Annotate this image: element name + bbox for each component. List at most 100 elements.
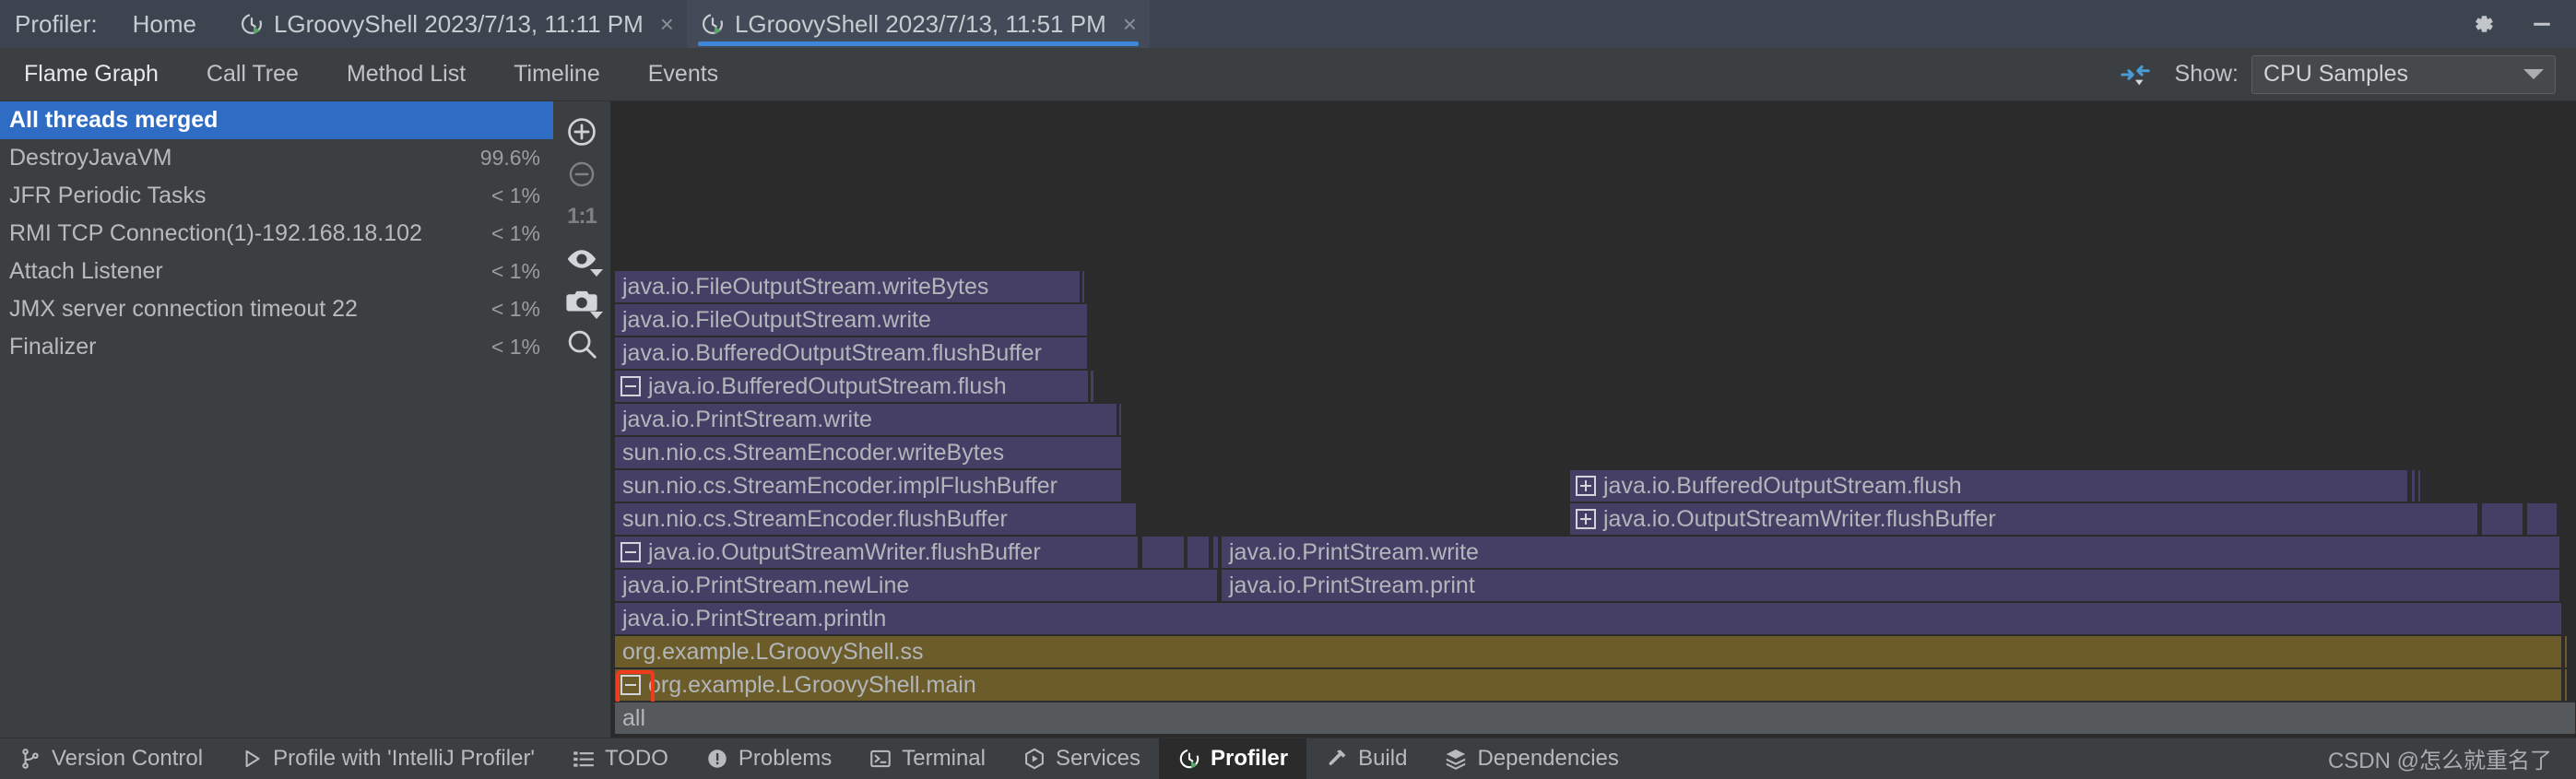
status-tool-buttons: Version Control Profile with 'IntelliJ Pr… [0, 738, 1637, 779]
status-item-version-control[interactable]: Version Control [0, 738, 221, 779]
view-toolbar: Flame Graph Call Tree Method List Timeline E… [0, 48, 2576, 101]
tab-method-list[interactable]: Method List [323, 61, 490, 88]
flame-bar[interactable] [1187, 536, 1210, 569]
close-icon[interactable]: × [1123, 12, 1137, 36]
flame-bar[interactable]: java.io.FileOutputStream.writeBytes [614, 270, 1081, 303]
status-item-problems[interactable]: Problems [687, 738, 850, 779]
tab-timeline[interactable]: Timeline [490, 61, 624, 88]
flame-bar-label: org.example.LGroovyShell.main [648, 671, 976, 698]
flame-bar[interactable]: sun.nio.cs.StreamEncoder.writeBytes [614, 436, 1122, 469]
tab-call-tree[interactable]: Call Tree [183, 61, 323, 88]
layers-icon [1444, 747, 1468, 771]
home-tab[interactable]: Home [133, 10, 196, 39]
thread-row[interactable]: RMI TCP Connection(1)-192.168.18.102 < 1% [0, 215, 553, 253]
flame-bar-label: java.io.PrintStream.newLine [622, 572, 910, 598]
flame-bar[interactable]: sun.nio.cs.StreamEncoder.implFlushBuffer [614, 469, 1122, 502]
flame-bar[interactable]: java.io.OutputStreamWriter.flushBuffer [614, 536, 1139, 569]
flame-bar[interactable] [2411, 469, 2416, 502]
actual-size-icon[interactable]: 1:1 [557, 195, 607, 238]
session-tab-title: LGroovyShell 2023/7/13, 11:51 PM [734, 9, 1106, 38]
show-select[interactable]: CPU Samples [2251, 54, 2556, 94]
flame-bar[interactable]: java.io.PrintStream.write [1221, 536, 2560, 569]
problems-icon [705, 747, 729, 771]
collapse-icon[interactable] [620, 542, 641, 562]
flame-bar[interactable] [2417, 469, 2421, 502]
flame-bar[interactable] [2564, 668, 2568, 702]
status-item-todo[interactable]: TODO [553, 738, 687, 779]
flame-graph-tools: 1:1 [553, 101, 610, 738]
thread-percent: < 1% [490, 183, 540, 207]
flame-bar[interactable] [2526, 502, 2558, 536]
status-item-terminal[interactable]: Terminal [850, 738, 1004, 779]
status-item-dependencies[interactable]: Dependencies [1425, 738, 1637, 779]
thread-row[interactable]: JFR Periodic Tasks < 1% [0, 177, 553, 215]
expand-icon[interactable] [1576, 476, 1596, 496]
flame-bar[interactable]: all [614, 702, 2576, 735]
flame-graph[interactable]: java.io.FileOutputStream.writeBytes java.… [610, 101, 2576, 738]
minimize-icon[interactable] [2528, 10, 2556, 38]
flame-bar[interactable]: org.example.LGroovyShell.main [614, 668, 2562, 702]
flame-bar[interactable] [1141, 536, 1185, 569]
session-tab-title: LGroovyShell 2023/7/13, 11:11 PM [273, 9, 644, 38]
branch-icon [18, 747, 42, 771]
session-tab[interactable]: LGroovyShell 2023/7/13, 11:51 PM × [686, 0, 1150, 48]
zoom-in-icon[interactable] [557, 111, 607, 153]
flame-bar[interactable]: org.example.LGroovyShell.ss [614, 635, 2562, 668]
tab-flame-graph[interactable]: Flame Graph [0, 61, 183, 88]
flame-bar-label: java.io.PrintStream.write [622, 406, 872, 432]
active-tab-underline [697, 41, 1139, 46]
search-icon[interactable] [557, 323, 607, 365]
flame-bar-label: java.io.PrintStream.print [1229, 572, 1475, 598]
status-item-profiler[interactable]: Profiler [1159, 738, 1307, 779]
flame-bar[interactable] [1090, 370, 1094, 403]
flame-bar[interactable]: java.io.PrintStream.newLine [614, 569, 1218, 602]
tab-events[interactable]: Events [624, 61, 742, 88]
flame-bar[interactable]: java.io.FileOutputStream.write [614, 303, 1088, 336]
thread-name: JMX server connection timeout 22 [9, 296, 358, 322]
thread-percent: < 1% [490, 259, 540, 283]
close-icon[interactable]: × [660, 12, 674, 36]
flame-bar-label: sun.nio.cs.StreamEncoder.flushBuffer [622, 505, 1008, 532]
flame-bar[interactable]: java.io.OutputStreamWriter.flushBuffer [1569, 502, 2478, 536]
gear-icon[interactable] [2469, 10, 2497, 38]
flame-bar[interactable]: java.io.BufferedOutputStream.flush [1569, 469, 2408, 502]
collapse-icon[interactable] [620, 675, 641, 695]
flame-bar[interactable]: java.io.BufferedOutputStream.flushBuffer [614, 336, 1088, 370]
expand-icon[interactable] [1576, 509, 1596, 529]
camera-icon[interactable] [557, 280, 607, 323]
thread-row[interactable]: Finalizer < 1% [0, 328, 553, 366]
thread-row[interactable]: All threads merged [0, 101, 553, 139]
session-tab[interactable]: LGroovyShell 2023/7/13, 11:11 PM × [226, 0, 687, 48]
thread-row[interactable]: DestroyJavaVM 99.6% [0, 139, 553, 177]
flame-bar[interactable] [2481, 502, 2523, 536]
flame-bar-label: java.io.PrintStream.write [1229, 538, 1479, 565]
chevron-down-icon [2523, 69, 2544, 79]
thread-percent: 99.6% [479, 146, 540, 170]
terminal-icon [869, 747, 892, 771]
flame-bar-label: java.io.OutputStreamWriter.flushBuffer [1603, 505, 1996, 532]
flame-bar[interactable] [1212, 536, 1219, 569]
flame-bar[interactable] [1118, 403, 1122, 436]
eye-icon[interactable] [557, 238, 607, 280]
flame-bar[interactable]: java.io.PrintStream.write [614, 403, 1117, 436]
flame-bar[interactable] [2564, 635, 2568, 668]
status-item-profile-with-intellij-profiler-[interactable]: Profile with 'IntelliJ Profiler' [221, 738, 553, 779]
profiler-label: Profiler: [15, 9, 98, 38]
status-item-services[interactable]: Services [1004, 738, 1159, 779]
camera-dropdown-caret [590, 312, 603, 319]
thread-row[interactable]: Attach Listener < 1% [0, 253, 553, 290]
thread-row[interactable]: JMX server connection timeout 22 < 1% [0, 290, 553, 328]
toolbar-right: Show: CPU Samples [2120, 54, 2576, 94]
collapse-arrows-icon[interactable] [2120, 59, 2151, 90]
flame-bar-label: java.io.PrintStream.println [622, 605, 887, 631]
thread-list[interactable]: All threads merged DestroyJavaVM 99.6% JFR … [0, 101, 553, 738]
flame-bar[interactable]: java.io.BufferedOutputStream.flush [614, 370, 1089, 403]
flame-bar[interactable]: java.io.PrintStream.println [614, 602, 2562, 635]
status-item-build[interactable]: Build [1306, 738, 1425, 779]
collapse-icon[interactable] [620, 376, 641, 396]
flame-bar[interactable]: java.io.PrintStream.print [1221, 569, 2560, 602]
flame-bar[interactable] [1081, 270, 1085, 303]
flame-bar[interactable]: sun.nio.cs.StreamEncoder.flushBuffer [614, 502, 1137, 536]
status-item-label: Dependencies [1477, 745, 1619, 771]
zoom-out-icon[interactable] [557, 153, 607, 195]
